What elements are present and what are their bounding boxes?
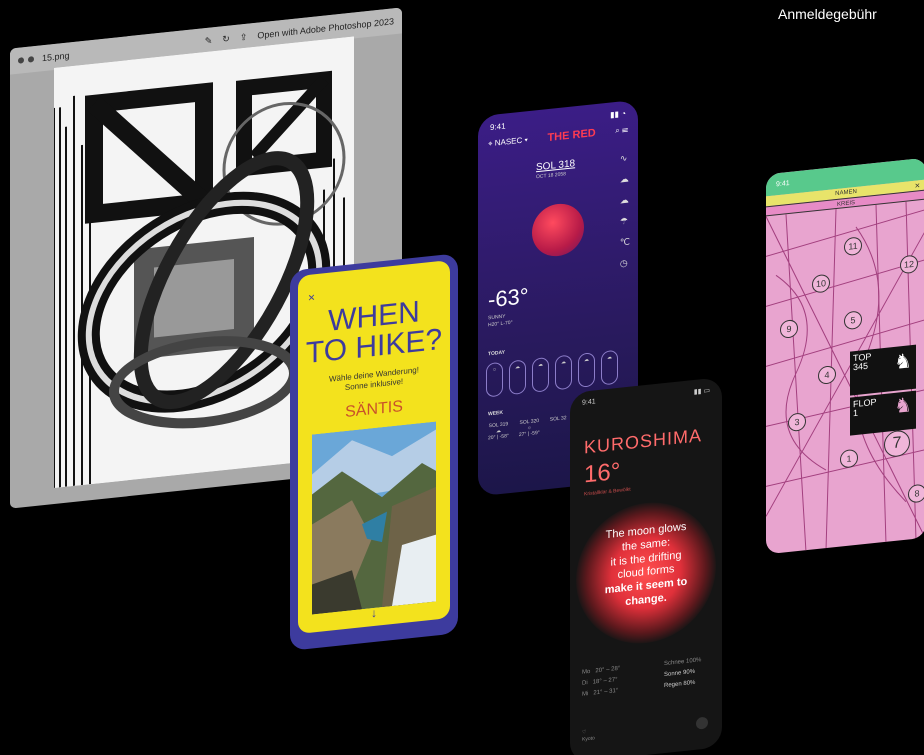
forecast-range: 20° – 28° [595, 665, 621, 675]
condition-name: Schnee [664, 658, 685, 668]
current-temperature: -63° [488, 283, 529, 313]
forecast-days: Mo 20° – 28° Di 18° – 27° Mi 21° – 31° [582, 664, 620, 700]
hourly-item[interactable]: ☁ [509, 359, 526, 396]
hike-title: WHEN TO HIKE? [298, 294, 450, 370]
current-temperature: 16° [584, 457, 621, 489]
rain-icon[interactable]: ☂ [620, 215, 630, 227]
location-selector[interactable]: ⌖ NASEC ▾ [488, 135, 528, 149]
location-label: NASEC [494, 135, 523, 148]
signal-icon: ▮▮ ◔ [610, 108, 626, 120]
sun-cloud-icon[interactable]: ☁ [620, 173, 630, 185]
hike-panel: × WHEN TO HIKE? Wähle deine Wanderung! S… [298, 260, 450, 634]
forecast-range: 21° – 31° [593, 687, 619, 697]
thermometer-icon[interactable]: ℃ [620, 236, 630, 248]
footer-location: ♡ Kyoto [582, 728, 595, 743]
flop-ranking-card[interactable]: FLOP 1 ♞ [850, 390, 916, 436]
app-logo: THE RED [547, 127, 596, 145]
week-day-name: SOL 32 [549, 415, 567, 423]
condition-percent: 80% [683, 679, 696, 687]
dog-icon: ♞ [894, 350, 912, 374]
battery-icon: ▮▮ ▭ [693, 387, 710, 396]
mountain-photo [312, 421, 436, 615]
week-label: WEEK [488, 409, 503, 418]
week-day[interactable]: SOL 320 ☼ 27° | -59° [519, 418, 540, 438]
cloud-icon[interactable]: ☁ [620, 194, 630, 206]
hourly-item[interactable]: ☁ [578, 352, 595, 388]
week-day-temp: 27° | -59° [518, 429, 540, 439]
forecast-conditions: Schnee 100% Sonne 90% Regen 80% [664, 655, 701, 691]
window-controls[interactable] [18, 56, 34, 64]
top-ranking-card[interactable]: TOP 345 ♞ [850, 344, 916, 396]
mars-planet-graphic [532, 201, 584, 259]
markup-icon[interactable]: ✎ [205, 35, 213, 47]
kuroshima-weather-app: 9:41 ▮▮ ▭ KUROSHIMA 16° Kristallklar & B… [570, 377, 722, 755]
dog-icon: ♞ [894, 394, 912, 418]
weather-side-nav: ∿ ☁ ☁ ☂ ℃ ◷ [620, 152, 630, 269]
pulse-icon[interactable]: ∿ [620, 152, 630, 164]
close-icon[interactable]: × [308, 290, 315, 305]
forecast-range: 18° – 27° [592, 676, 618, 686]
status-time: 9:41 [776, 179, 790, 188]
haiku-text: The moon glows the same: it is the drift… [586, 519, 706, 614]
weekly-forecast: SOL 319 ☁ 20° | -58° SOL 320 ☼ 27° | -59° SO… [488, 415, 567, 441]
hourly-item[interactable]: ☁ [532, 356, 549, 393]
hourly-item[interactable]: ☁ [601, 349, 618, 386]
close-window-button[interactable] [18, 57, 24, 64]
fee-label: Anmeldegebühr [778, 6, 877, 22]
share-icon[interactable]: ⇪ [240, 31, 248, 43]
condition-percent: 100% [686, 657, 702, 665]
week-day[interactable]: SOL 32 [550, 415, 567, 435]
open-with-button[interactable]: Open with Adobe Photoshop 2023 [257, 16, 394, 40]
today-label: TODAY [488, 349, 505, 358]
search-icon[interactable]: ⌕ ☰ [615, 125, 628, 136]
clock-icon[interactable]: ◷ [620, 257, 630, 269]
sol-title: SOL 318 [536, 158, 576, 174]
high-low-text: H20° L-70° [488, 319, 513, 329]
minimize-window-button[interactable] [28, 56, 34, 63]
status-time: 9:41 [582, 398, 596, 407]
hourly-item[interactable]: ☁ [555, 354, 572, 391]
map-marker[interactable]: 8 [908, 483, 924, 504]
forecast-day: Mi [582, 690, 589, 698]
temperature-details: SUNNY H20° L-70° [488, 313, 513, 330]
footer-text: Kyoto [582, 735, 595, 743]
screenshot-stage: Anmeldegebühr 15.png ✎ ↻ ⇪ Open with Ado… [0, 0, 924, 755]
city-name: KUROSHIMA [584, 425, 703, 458]
forecast-day: Mo [582, 668, 591, 676]
forecast-day: Di [582, 679, 588, 687]
namen-map-app: 9:41 NAMEN KREIS × 11 10 12 9 5 4 3 1 7 … [766, 157, 924, 555]
condition-name: Regen [664, 680, 682, 689]
mountain-illustration [312, 421, 436, 615]
rotate-icon[interactable]: ↻ [222, 33, 230, 45]
status-time: 9:41 [490, 121, 506, 133]
close-icon[interactable]: × [915, 180, 920, 191]
file-name: 15.png [42, 50, 70, 64]
condition-percent: 90% [683, 668, 696, 676]
hourly-item[interactable]: ☼ [486, 361, 503, 398]
when-to-hike-app: × WHEN TO HIKE? Wähle deine Wanderung! S… [290, 253, 458, 651]
week-day[interactable]: SOL 319 ☁ 20° | -58° [488, 421, 509, 441]
week-day-temp: 20° | -58° [488, 433, 509, 442]
condition-name: Sonne [664, 670, 682, 678]
home-button[interactable] [696, 716, 708, 730]
